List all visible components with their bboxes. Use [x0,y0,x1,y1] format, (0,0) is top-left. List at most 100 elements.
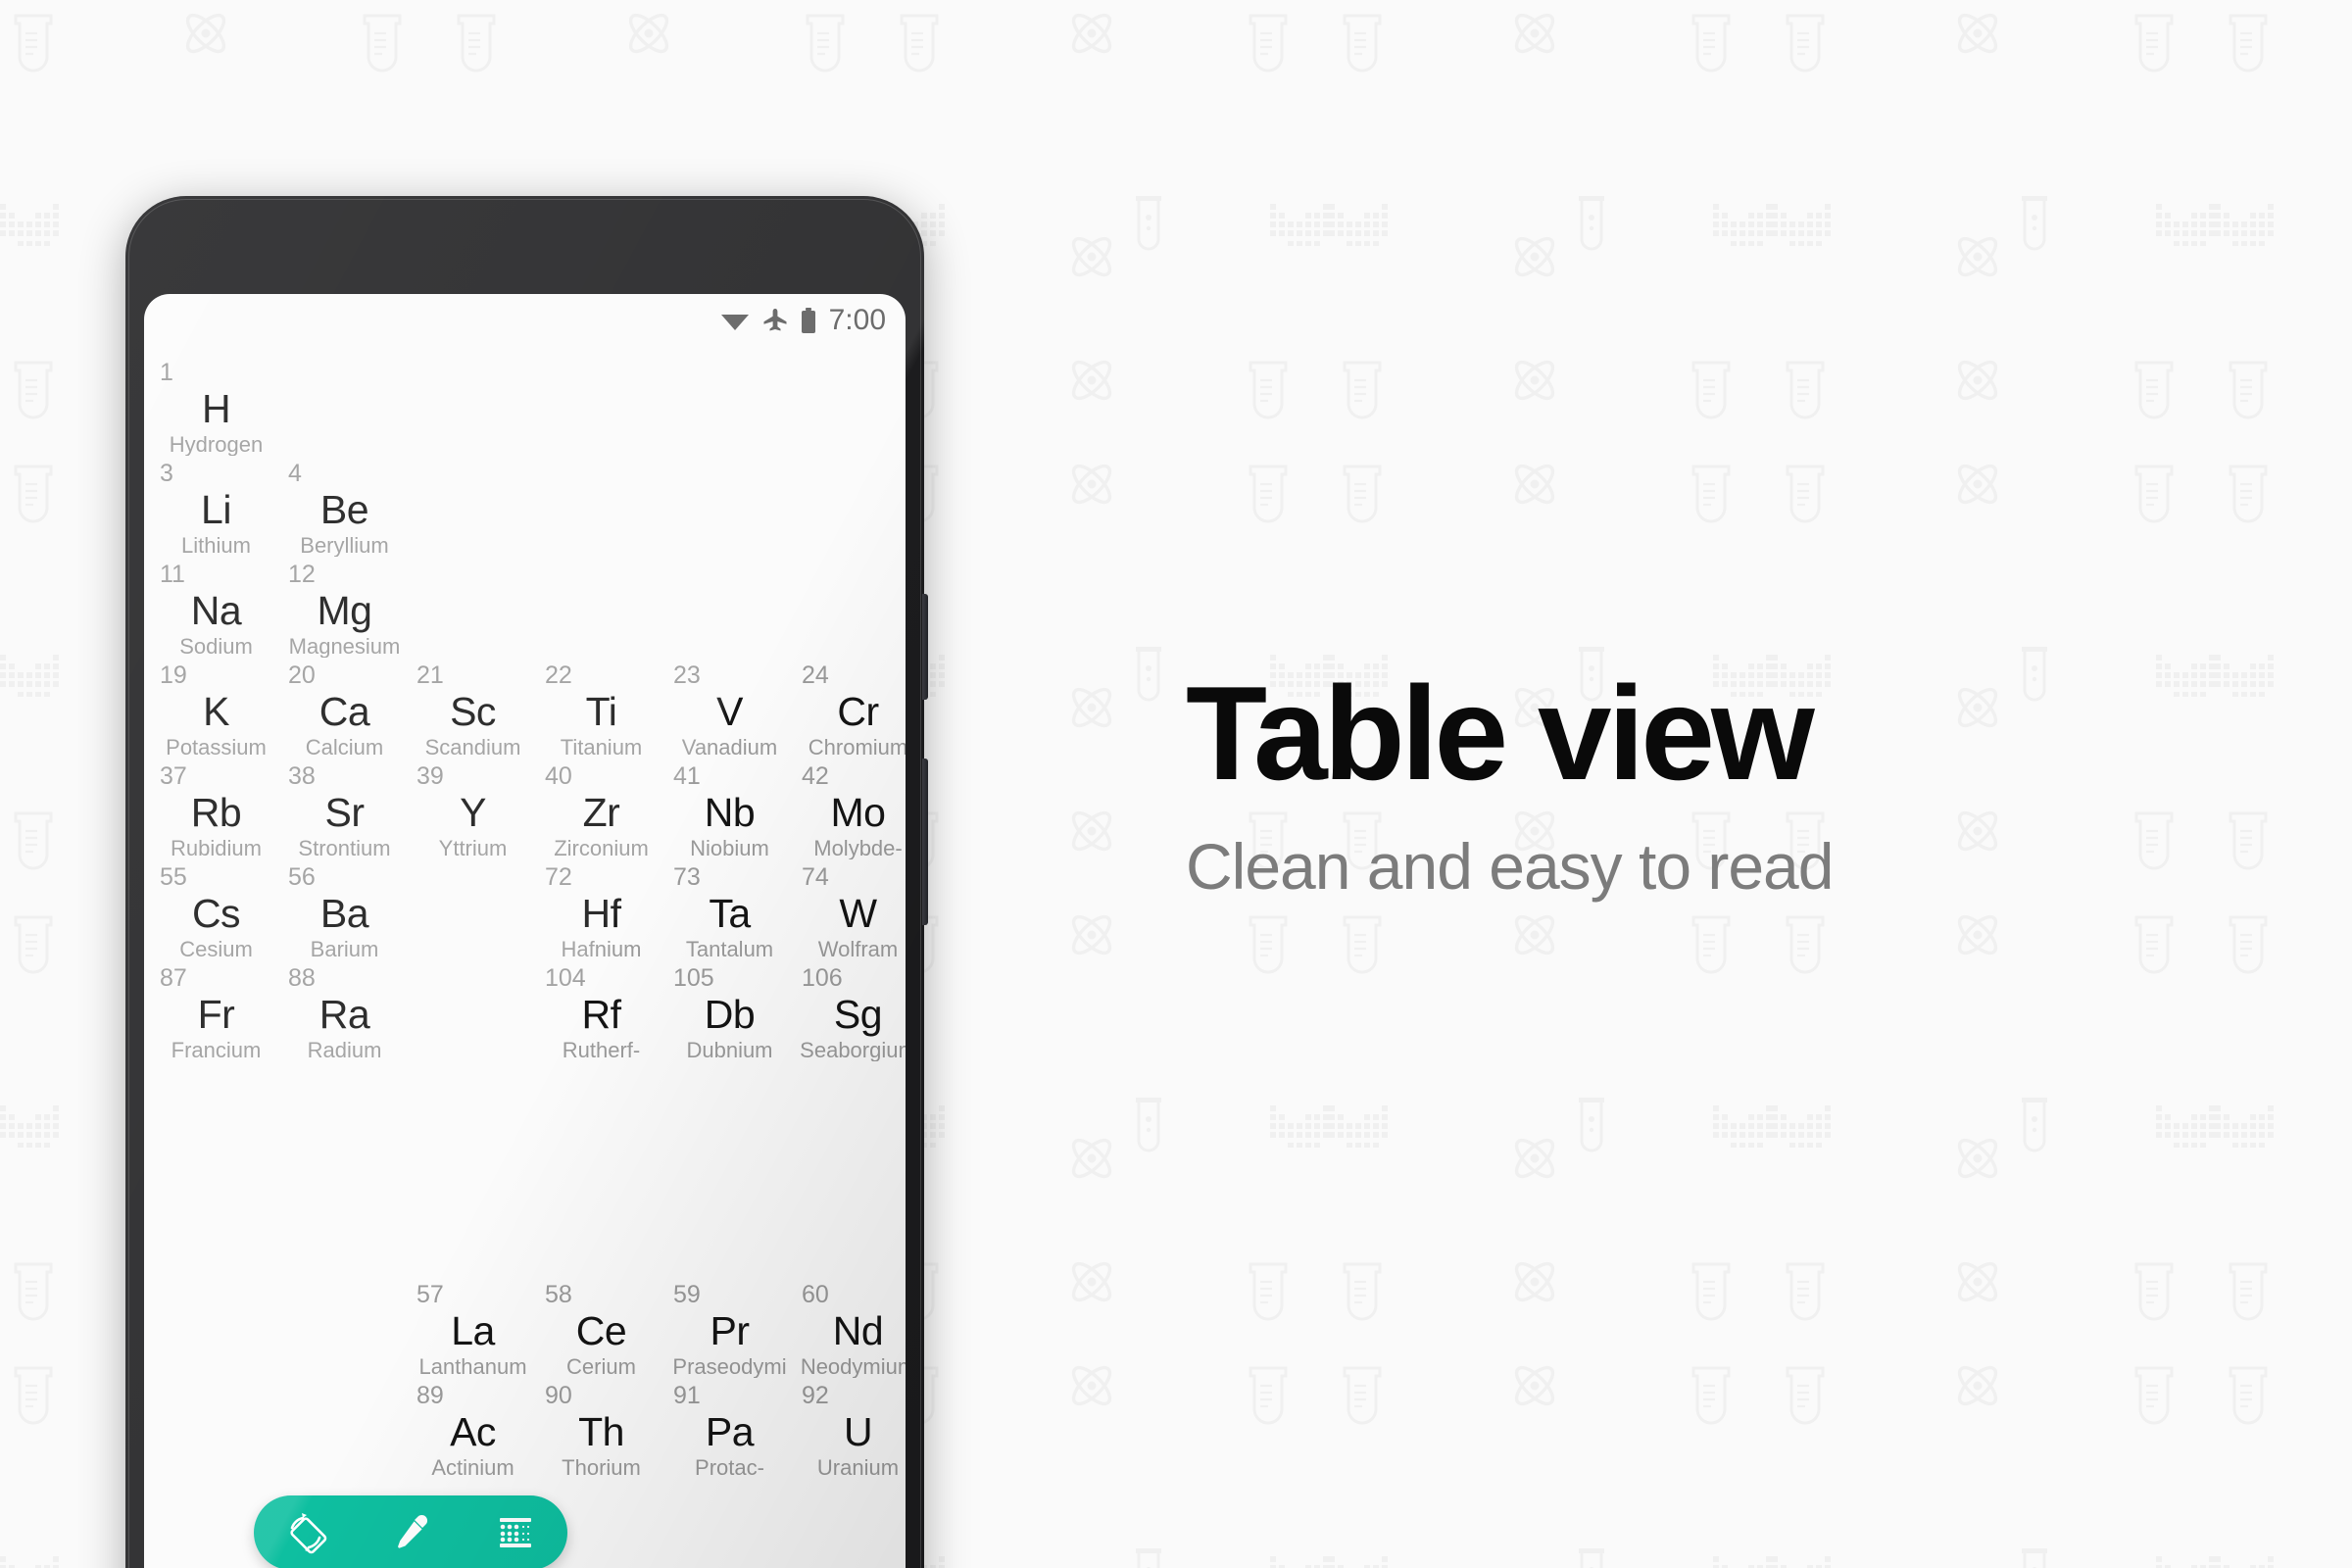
table-view-button[interactable] [470,1495,561,1568]
element-symbol: Th [578,1409,624,1454]
element-cell-rf[interactable]: 104 Rf Rutherf- [537,962,665,1063]
element-symbol: Fr [197,992,235,1037]
element-cell-k[interactable]: 19 K Potassium [152,660,280,760]
element-cell-w[interactable]: 74 W Wolfram [794,861,906,962]
element-name: Calcium [305,737,384,760]
element-cell-y[interactable]: 39 Y Yttrium [409,760,537,861]
element-cell-ca[interactable]: 20 Ca Calcium [280,660,409,760]
element-atomic-number: 39 [416,762,444,790]
element-symbol: Ce [575,1308,627,1353]
element-name: Cerium [566,1356,636,1379]
element-name: Tantalum [685,939,774,961]
element-cell-li[interactable]: 3 Li Lithium [152,458,280,559]
element-atomic-number: 89 [416,1382,444,1409]
element-name: Lithium [181,535,251,558]
element-atomic-number: 22 [545,662,572,689]
element-name: Dubnium [686,1040,773,1062]
element-cell-ra[interactable]: 88 Ra Radium [280,962,409,1063]
element-cell-v[interactable]: 23 V Vanadium [665,660,794,760]
screen-rotation-button[interactable] [261,1495,351,1568]
element-cell-cr[interactable]: 24 Cr Chromium [794,660,906,760]
element-cell-cs[interactable]: 55 Cs Cesium [152,861,280,962]
element-name: Seaborgium [800,1040,906,1062]
element-cell-h[interactable]: 1 H Hydrogen [152,357,280,458]
element-cell-hf[interactable]: 72 Hf Hafnium [537,861,665,962]
element-atomic-number: 12 [288,561,316,588]
element-atomic-number: 88 [288,964,316,992]
element-cell-nd[interactable]: 60 Nd Neodymium [794,1279,906,1380]
element-symbol: Cr [837,689,879,734]
element-symbol: Be [319,487,369,532]
element-cell-nb[interactable]: 41 Nb Niobium [665,760,794,861]
element-symbol: Ra [318,992,370,1037]
element-cell-sr[interactable]: 38 Sr Strontium [280,760,409,861]
element-cell-th[interactable]: 90 Th Thorium [537,1380,665,1481]
element-cell-pa[interactable]: 91 Pa Protac- [665,1380,794,1481]
element-atomic-number: 72 [545,863,572,891]
element-atomic-number: 104 [545,964,586,992]
element-symbol: Li [201,487,231,532]
element-cell-fr[interactable]: 87 Fr Francium [152,962,280,1063]
element-name: Thorium [562,1457,641,1480]
element-symbol: Cs [191,891,241,936]
color-picker-button[interactable] [366,1495,456,1568]
element-symbol: Mo [830,790,886,835]
element-cell-mo[interactable]: 42 Mo Molybde- [794,760,906,861]
element-name: Magnesium [288,636,401,659]
element-cell-pr[interactable]: 59 Pr Praseodymi [665,1279,794,1380]
element-cell-sg[interactable]: 106 Sg Seaborgium [794,962,906,1063]
element-cell-be[interactable]: 4 Be Beryllium [280,458,409,559]
table-row: 19 K Potassium 20 Ca Calcium 21 Sc Scandium 22 Ti T… [152,660,906,760]
element-symbol: Sg [833,992,883,1037]
element-symbol: Ba [319,891,369,936]
element-symbol: Mg [317,588,372,633]
element-symbol: Rb [190,790,242,835]
element-cell-mg[interactable]: 12 Mg Magnesium [280,559,409,660]
element-cell-ba[interactable]: 56 Ba Barium [280,861,409,962]
element-atomic-number: 73 [673,863,701,891]
element-name: Lanthanum [418,1356,527,1379]
element-atomic-number: 58 [545,1281,572,1308]
phone-screen: 7:00 1 H Hydrogen 3 Li Lithium 4 Be Beryllium 11 N… [144,294,906,1568]
element-cell-ta[interactable]: 73 Ta Tantalum [665,861,794,962]
element-name: Vanadium [681,737,778,760]
element-cell-sc[interactable]: 21 Sc Scandium [409,660,537,760]
element-cell-zr[interactable]: 40 Zr Zirconium [537,760,665,861]
element-name: Yttrium [438,838,508,860]
element-name: Neodymium [800,1356,906,1379]
element-atomic-number: 92 [802,1382,829,1409]
status-bar: 7:00 [720,294,906,347]
element-cell-ti[interactable]: 22 Ti Titanium [537,660,665,760]
element-atomic-number: 91 [673,1382,701,1409]
element-cell-db[interactable]: 105 Db Dubnium [665,962,794,1063]
element-symbol: Pa [705,1409,755,1454]
element-atomic-number: 23 [673,662,701,689]
element-cell-ac[interactable]: 89 Ac Actinium [409,1380,537,1481]
element-name: Titanium [560,737,643,760]
element-atomic-number: 57 [416,1281,444,1308]
element-symbol: Pr [710,1308,751,1353]
volume-button[interactable] [922,759,928,925]
element-cell-na[interactable]: 11 Na Sodium [152,559,280,660]
table-row: 37 Rb Rubidium 38 Sr Strontium 39 Y Yttrium 40 Zr Z… [152,760,906,861]
element-cell-la[interactable]: 57 La Lanthanum [409,1279,537,1380]
element-name: Zirconium [554,838,649,860]
page-title: Table view [1186,659,1815,808]
element-cell-rb[interactable]: 37 Rb Rubidium [152,760,280,861]
element-cell-ce[interactable]: 58 Ce Cerium [537,1279,665,1380]
table-row: 87 Fr Francium 88 Ra Radium 104 Rf Rutherf- 105 Db… [152,962,906,1063]
element-symbol: Rf [581,992,622,1037]
element-name: Strontium [298,838,391,860]
table-row: 89 Ac Actinium 90 Th Thorium 91 Pa Protac- 92 U Ura… [152,1380,906,1481]
element-symbol: U [843,1409,873,1454]
element-atomic-number: 56 [288,863,316,891]
action-toolbar[interactable] [254,1495,567,1568]
element-cell-u[interactable]: 92 U Uranium [794,1380,906,1481]
power-button[interactable] [922,594,928,700]
element-name: Francium [171,1040,262,1062]
element-atomic-number: 60 [802,1281,829,1308]
element-name: Cesium [179,939,253,961]
element-name: Hydrogen [169,434,264,457]
promo-copy: Table view Clean and easy to read [1186,666,2264,901]
element-atomic-number: 40 [545,762,572,790]
